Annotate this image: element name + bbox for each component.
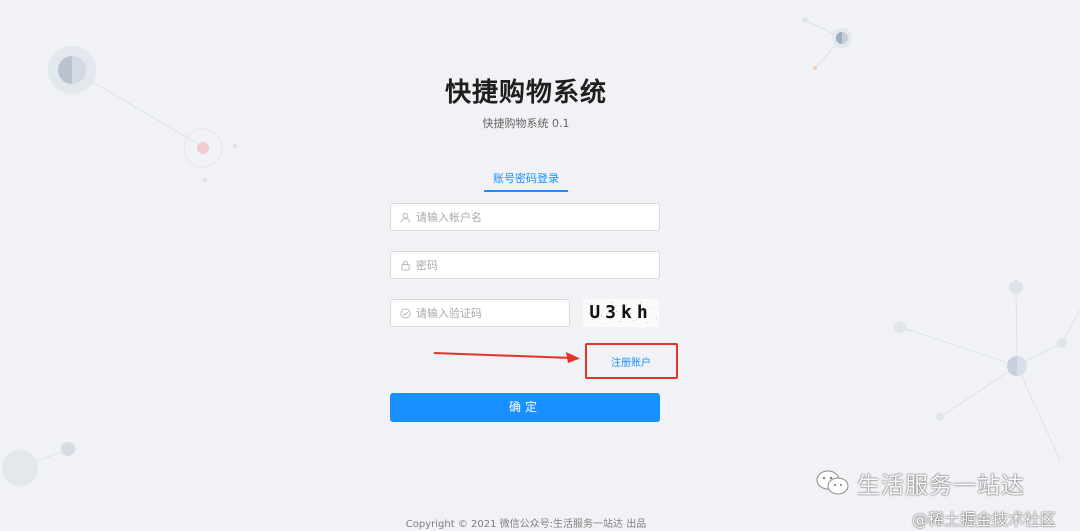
captcha-code: U3kh	[589, 302, 653, 323]
submit-button[interactable]: 确定	[390, 393, 660, 422]
tab-account-password-login[interactable]: 账号密码登录	[484, 170, 568, 186]
username-field[interactable]	[390, 203, 660, 231]
wechat-icon	[816, 470, 849, 495]
app-version: 快捷购物系统 0.1	[482, 117, 570, 130]
captcha-input[interactable]	[416, 306, 569, 320]
active-tab-indicator	[484, 190, 568, 192]
wechat-watermark: 生活服务一站达	[815, 466, 1025, 500]
juejin-watermark: @稀土掘金技术社区	[912, 510, 1057, 529]
lock-icon	[401, 260, 410, 271]
app-title: 快捷购物系统	[444, 78, 607, 108]
login-page: 快捷购物系统 快捷购物系统 0.1 账号密码登录 请输入帐户名 请输入验证码 U…	[0, 0, 1080, 531]
user-icon	[400, 212, 411, 223]
username-input[interactable]	[416, 210, 659, 224]
captcha-field[interactable]	[390, 299, 570, 327]
register-account-link[interactable]: 注册账户	[611, 354, 651, 369]
password-field[interactable]	[390, 251, 660, 279]
copyright-footer: Copyright © 2021 微信公众号:生活服务一站达 出品	[405, 519, 647, 530]
annotation-arrow	[433, 352, 580, 363]
wechat-channel-name: 生活服务一站达	[857, 473, 1025, 499]
check-circle-icon	[400, 307, 411, 319]
captcha-image[interactable]: U3kh	[583, 299, 659, 327]
password-input[interactable]	[416, 258, 659, 272]
